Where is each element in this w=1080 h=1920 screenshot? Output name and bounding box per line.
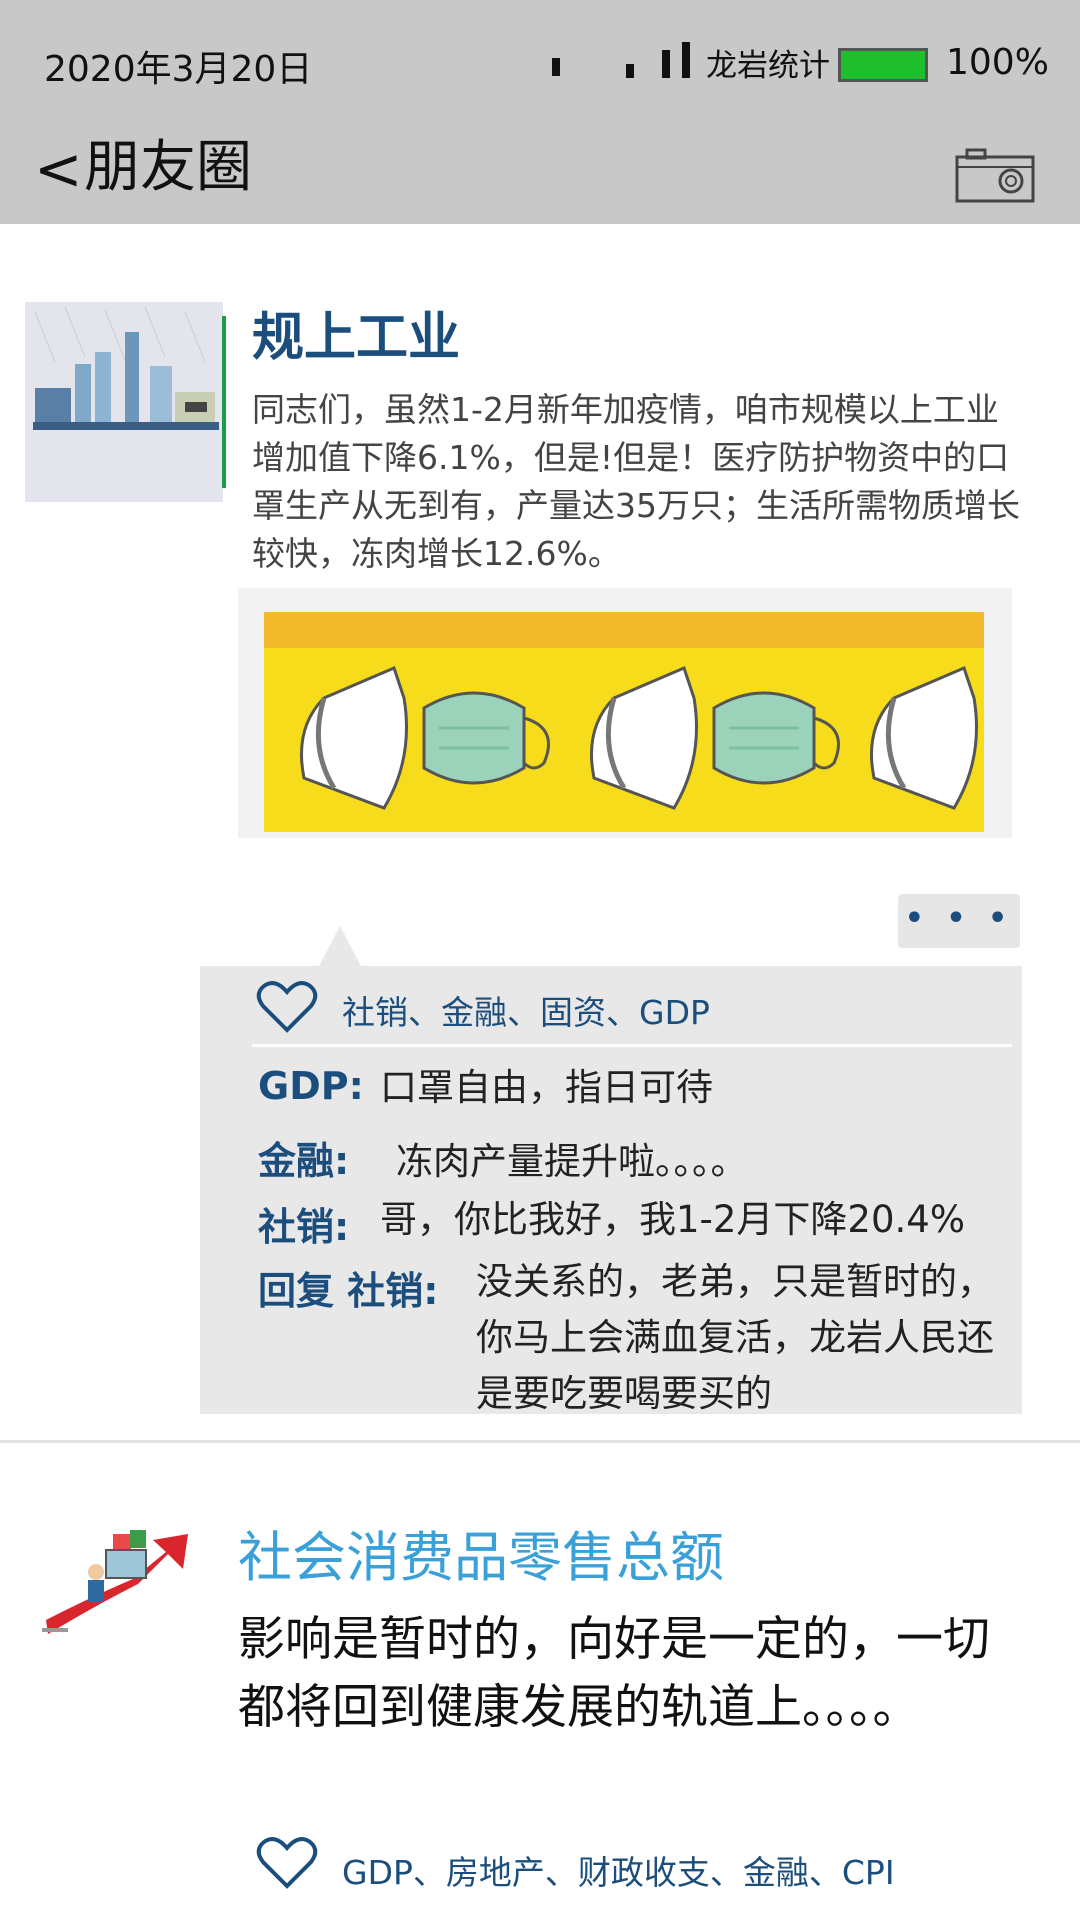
back-arrow-icon[interactable]: <	[34, 140, 83, 198]
comment-text: 口罩自由，指日可待	[380, 1066, 713, 1109]
image-stripe	[264, 612, 984, 648]
battery-icon	[838, 48, 928, 82]
comment-author[interactable]: GDP:	[258, 1064, 364, 1108]
comment-author[interactable]: 回复 社销:	[258, 1260, 438, 1315]
post-title: 规上工业	[252, 308, 461, 368]
post-body: 同志们，虽然1-2月新年加疫情，咱市规模以上工业增加值下降6.1%，但是!但是！…	[252, 390, 1020, 573]
camera-icon[interactable]	[955, 147, 1035, 203]
post-body: 影响是暂时的，向好是一定的，一切都将回到健康发展的轨道上。。。。	[238, 1612, 990, 1735]
accent-bar	[222, 316, 226, 488]
signal-icon	[552, 58, 560, 76]
comment-text: 哥，你比我好，我1-2月下降20.4%	[380, 1198, 965, 1241]
post-separator	[0, 1440, 1080, 1443]
factory-image	[25, 302, 223, 502]
post-title: 社会消费品零售总额	[238, 1526, 724, 1589]
shopping-arrow-image	[38, 1524, 208, 1650]
divider	[252, 1044, 1012, 1047]
status-date: 2020年3月20日	[44, 49, 313, 90]
likes-list: GDP、房地产、财政收支、金融、CPI	[342, 1853, 895, 1892]
comment-text: 冻肉产量提升啦。。。。	[396, 1140, 748, 1183]
comment-text: 没关系的，老弟，只是暂时的，你马上会满血复活，龙岩人民还是要吃要喝要买的	[476, 1260, 994, 1415]
comment-pointer	[318, 926, 362, 968]
heart-icon[interactable]	[256, 980, 318, 1034]
masks-illustration	[300, 665, 978, 810]
carrier-label: 龙岩统计	[706, 48, 830, 84]
signal-bar	[626, 64, 634, 78]
battery-percent: 100%	[946, 42, 1049, 83]
page-title: 朋友圈	[84, 135, 252, 200]
likes-list: 社销、金融、固资、GDP	[342, 993, 710, 1032]
comment-author[interactable]: 社销:	[258, 1196, 349, 1251]
comment-author[interactable]: 金融:	[258, 1130, 349, 1185]
signal-bar	[662, 50, 670, 78]
mask-image[interactable]	[264, 612, 984, 832]
signal-bar	[682, 42, 690, 78]
more-options-button[interactable]: • • •	[898, 894, 1020, 948]
heart-icon[interactable]	[256, 1836, 318, 1890]
